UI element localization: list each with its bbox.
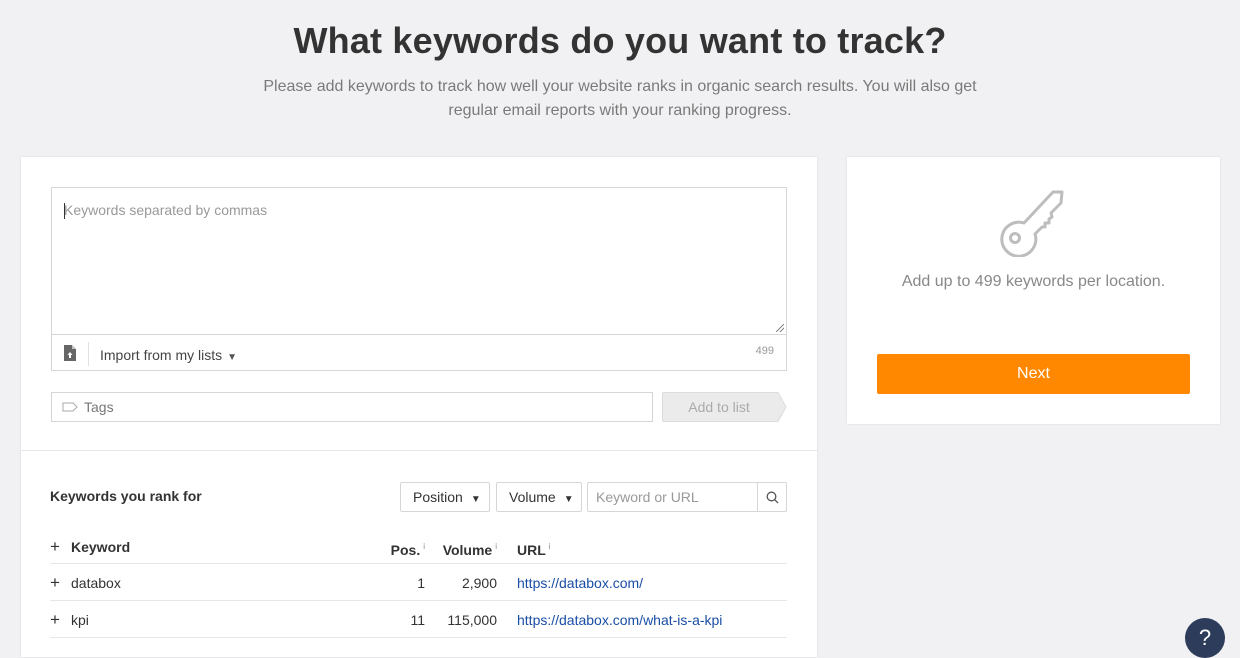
position-filter-dropdown[interactable]: Position ▼ (400, 482, 490, 512)
url-link[interactable]: https://databox.com/ (517, 575, 643, 591)
tags-field[interactable] (51, 392, 653, 422)
keywords-input-box: Import from my lists ▼ 499 (51, 187, 787, 371)
caret-down-icon: ▼ (227, 352, 238, 363)
next-button[interactable]: Next (877, 354, 1190, 394)
footer-divider (88, 342, 89, 366)
remaining-keyword-count: 499 (755, 345, 774, 357)
ranked-keywords-table: + Keyword Pos. i Volume i URL i + databox 1… (50, 528, 787, 638)
add-keyword-plus-icon[interactable]: + (50, 601, 64, 639)
keywords-textarea[interactable] (52, 188, 786, 334)
page-subtitle: Please add keywords to track how well yo… (263, 78, 977, 119)
keyword-search-box (587, 482, 787, 512)
url-header-label: URL (517, 542, 546, 558)
keyword-cell: kpi (71, 612, 89, 628)
url-cell: https://databox.com/what-is-a-kpi (517, 601, 722, 639)
upload-file-button[interactable] (52, 335, 88, 371)
table-row: + databox 1 2,900 https://databox.com/ (50, 564, 787, 601)
add-to-list-label: Add to list (688, 399, 750, 415)
volume-cell: 115,000 (447, 612, 497, 628)
resize-handle[interactable] (776, 324, 784, 332)
add-keyword-plus-icon[interactable]: + (50, 564, 64, 602)
table-row: + kpi 11 115,000 https://databox.com/wha… (50, 601, 787, 638)
keyword-limit-card: Add up to 499 keywords per location. Nex… (847, 157, 1220, 424)
tag-icon (62, 402, 78, 412)
keyword-limit-text: Add up to 499 keywords per location. (901, 273, 1166, 290)
info-icon[interactable]: i (423, 542, 425, 551)
help-button[interactable]: ? (1185, 618, 1225, 658)
page-title: What keywords do you want to track? (293, 20, 947, 61)
position-filter-label: Position (413, 489, 463, 505)
column-header-url[interactable]: URL i (517, 528, 551, 569)
pos-header-label: Pos. (390, 542, 421, 558)
volume-header-label: Volume (442, 542, 493, 558)
import-from-lists-dropdown[interactable]: Import from my lists ▼ (100, 335, 237, 371)
file-upload-icon (64, 345, 76, 361)
text-caret (64, 203, 65, 219)
volume-filter-dropdown[interactable]: Volume ▼ (496, 482, 582, 512)
keywords-input-footer: Import from my lists ▼ 499 (52, 334, 786, 370)
section-divider (21, 450, 817, 451)
volume-filter-label: Volume (509, 489, 556, 505)
caret-down-icon: ▼ (470, 494, 481, 505)
import-label: Import from my lists (100, 347, 223, 363)
keyword-search-input[interactable] (588, 483, 758, 511)
key-icon (1000, 190, 1064, 257)
caret-down-icon: ▼ (563, 494, 574, 505)
search-button[interactable] (757, 483, 786, 511)
info-icon[interactable]: i (495, 542, 497, 551)
tags-input[interactable] (82, 393, 642, 421)
volume-cell: 2,900 (461, 575, 497, 591)
add-to-list-button[interactable]: Add to list (662, 392, 787, 422)
info-icon[interactable]: i (549, 542, 551, 551)
url-link[interactable]: https://databox.com/what-is-a-kpi (517, 612, 722, 628)
ranked-keywords-title: Keywords you rank for (50, 488, 202, 504)
keywords-card: Import from my lists ▼ 499 Add to list Ke… (21, 157, 817, 657)
search-icon (766, 491, 778, 503)
table-header-row: + Keyword Pos. i Volume i URL i (50, 528, 787, 564)
position-cell: 1 (417, 575, 425, 591)
position-cell: 11 (410, 612, 425, 628)
keyword-cell: databox (71, 575, 121, 591)
column-header-pos[interactable]: Pos. i (391, 528, 425, 569)
add-all-plus-icon[interactable]: + (50, 528, 64, 566)
column-header-volume[interactable]: Volume i (443, 528, 497, 569)
column-header-keyword[interactable]: Keyword (71, 528, 130, 566)
url-cell: https://databox.com/ (517, 564, 643, 602)
